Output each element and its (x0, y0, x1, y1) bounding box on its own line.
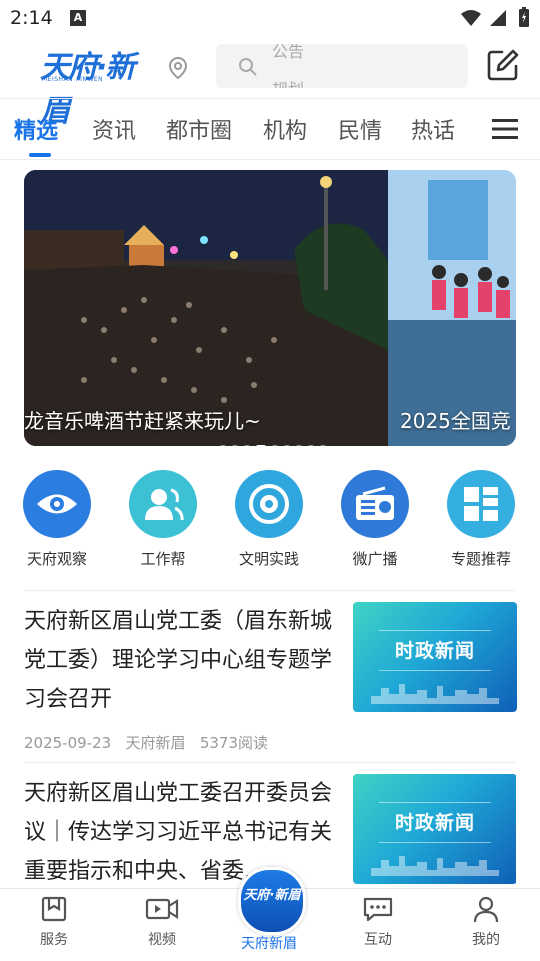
active-tab-indicator (29, 153, 51, 157)
search-box[interactable]: 公告 规划 (216, 44, 468, 88)
shortcut-label: 工作帮 (140, 550, 186, 568)
shortcut-grid: 天府观察 工作帮 文明实践 微广播 专题推荐 (0, 466, 540, 576)
news-meta: 2025-09-23 天府新眉 5373阅读 (24, 732, 268, 753)
tab-featured[interactable]: 精选 (14, 113, 58, 145)
eye-icon (23, 470, 91, 538)
shortcut-civilization[interactable]: 文明实践 (219, 466, 319, 569)
nav-profile[interactable]: 我的 (441, 895, 531, 949)
header: 天府·新眉 MEISHAN XINWEN 公告 规划 (0, 36, 540, 129)
logo-subtext: MEISHAN XINWEN (42, 76, 104, 83)
news-thumbnail[interactable]: 时政新闻 (353, 602, 517, 712)
shortcut-label: 天府观察 (26, 550, 87, 568)
tab-news[interactable]: 资讯 (92, 113, 136, 145)
user-icon (473, 896, 499, 923)
video-icon (145, 898, 179, 920)
banner-caption-next: 2025全国竞 (400, 409, 511, 433)
shortcut-label: 微广播 (352, 550, 398, 568)
category-tabs: 精选 资讯 都市圈 机构 民情 热话 (0, 98, 540, 160)
nav-label: 互动 (364, 932, 392, 948)
nav-center-logo-text: 天府·新眉 (243, 888, 301, 903)
search-placeholder-bottom: 规划 (272, 76, 304, 88)
divider (24, 762, 516, 763)
app-logo: 天府·新眉 MEISHAN XINWEN (40, 42, 150, 129)
chat-icon (363, 897, 393, 922)
news-date: 2025-09-23 (24, 734, 112, 752)
news-title[interactable]: 天府新区眉山党工委召开委员会议｜传达学习习近平总书记有关重要指示和中央、省委… (24, 774, 340, 888)
shortcut-label: 专题推荐 (450, 550, 511, 568)
carousel-indicator (220, 434, 332, 446)
banner-caption: 龙音乐啤酒节赶紧来玩儿~ (24, 409, 261, 433)
nav-services[interactable]: 服务 (9, 895, 99, 949)
thumbnail-title: 时政新闻 (394, 812, 475, 834)
home-logo-icon[interactable]: 天府·新眉 (238, 867, 306, 935)
nav-interaction[interactable]: 互动 (333, 895, 423, 949)
banner-slide-current[interactable]: 龙音乐啤酒节赶紧来玩儿~ (24, 170, 388, 446)
nav-label: 天府新眉 (241, 936, 297, 952)
tab-hot-topics[interactable]: 热话 (411, 113, 455, 145)
menu-icon[interactable] (492, 118, 518, 140)
thumbnail-title: 时政新闻 (394, 640, 475, 662)
nav-video[interactable]: 视频 (117, 895, 207, 949)
tab-public-opinion[interactable]: 民情 (338, 113, 382, 145)
banner-slide-next[interactable]: 2025全国竞 (388, 170, 516, 446)
search-icon (239, 58, 257, 76)
nav-label: 服务 (40, 932, 68, 948)
search-placeholder-top: 公告 (272, 44, 305, 61)
radio-icon (341, 470, 409, 538)
news-read-count: 5373阅读 (199, 734, 269, 752)
edit-icon[interactable] (486, 48, 520, 82)
disc-icon (235, 470, 303, 538)
status-time: 2:14 (10, 7, 53, 29)
location-icon[interactable] (168, 56, 188, 80)
news-thumbnail[interactable]: 时政新闻 (353, 774, 516, 884)
notification-icon: A (70, 10, 86, 26)
news-item[interactable]: 天府新区眉山党工委（眉东新城党工委）理论学习中心组专题学习会召开 2025-09… (24, 602, 517, 758)
news-title[interactable]: 天府新区眉山党工委（眉东新城党工委）理论学习中心组专题学习会召开 (24, 602, 340, 719)
nav-label: 我的 (472, 932, 500, 948)
skyline-graphic (371, 856, 499, 876)
shortcut-micro-broadcast[interactable]: 微广播 (325, 466, 425, 569)
banner-carousel[interactable]: 龙音乐啤酒节赶紧来玩儿~ 2025全国竞 (24, 170, 516, 446)
tab-metro[interactable]: 都市圈 (166, 113, 232, 145)
skyline-graphic (371, 684, 499, 704)
wifi-icon (461, 10, 481, 26)
bookmark-icon (41, 896, 67, 922)
bottom-nav: 服务 视频 天府·新眉 天府新眉 互动 我的 (0, 867, 540, 961)
users-icon (129, 470, 197, 538)
shortcut-label: 文明实践 (238, 550, 299, 568)
battery-icon (519, 7, 529, 27)
nav-home[interactable]: 天府新眉 (224, 933, 314, 953)
tab-institutions[interactable]: 机构 (263, 113, 307, 145)
shortcut-special-topics[interactable]: 专题推荐 (431, 466, 531, 569)
nav-label: 视频 (148, 932, 176, 948)
shortcut-work-help[interactable]: 工作帮 (113, 466, 213, 569)
status-bar: 2:14 A (0, 0, 540, 36)
signal-icon (490, 10, 506, 26)
news-source: 天府新眉 (125, 734, 186, 752)
grid-icon (447, 470, 515, 538)
shortcut-tianfu-observe[interactable]: 天府观察 (7, 466, 107, 569)
divider (24, 590, 516, 591)
